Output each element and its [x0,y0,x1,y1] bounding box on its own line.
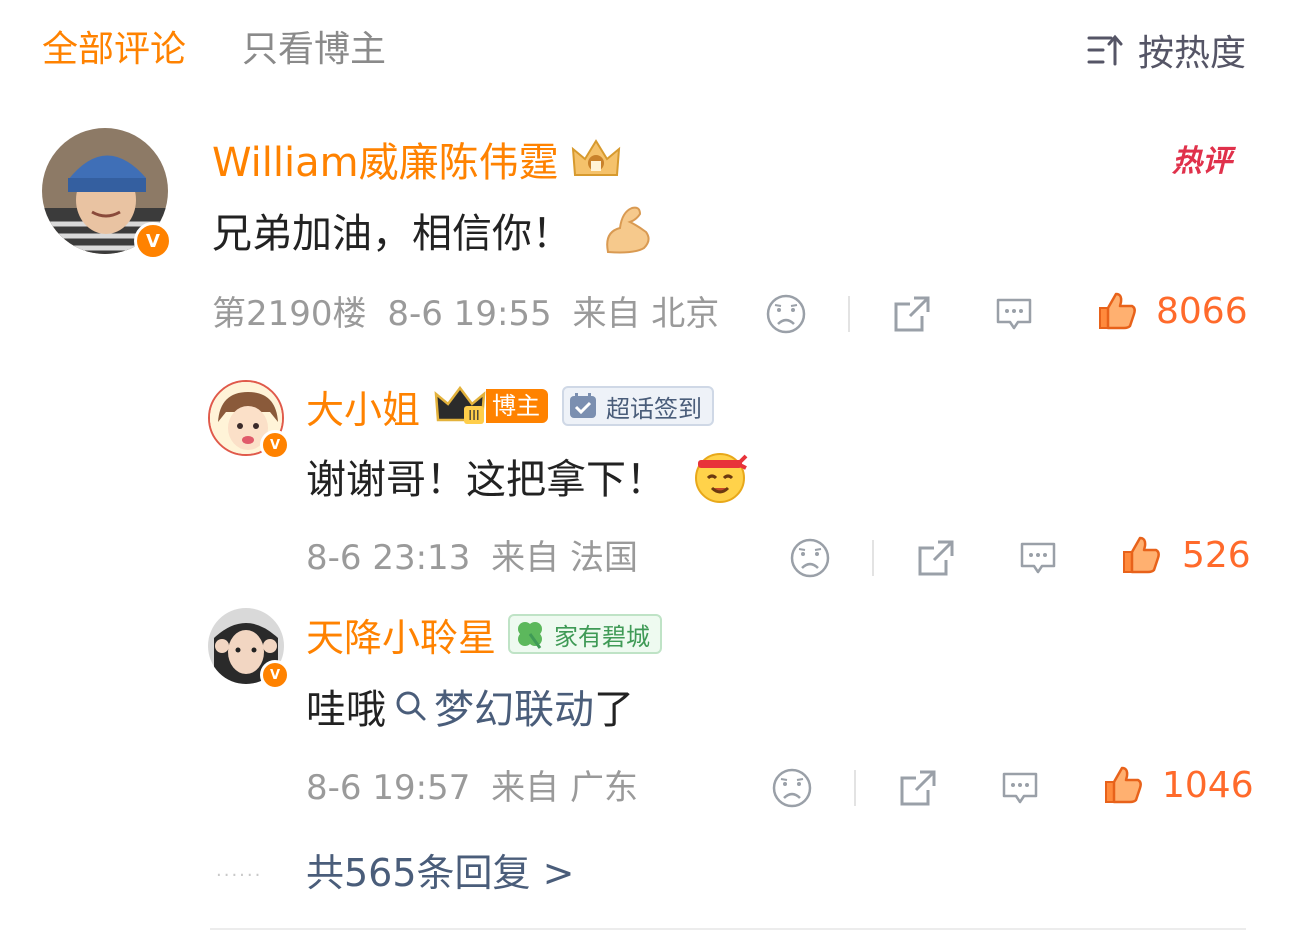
reply-meta: 8-6 19:57 来自 广东 [306,766,638,810]
topic-tag-label: 超话签到 [606,394,703,423]
tab-host-only[interactable]: 只看博主 [242,26,386,74]
reply-text: 谢谢哥！这把拿下！ [306,448,748,504]
search-icon [396,691,426,721]
like-button[interactable]: 1046 [1102,764,1254,806]
share-icon [900,770,936,806]
share-button[interactable] [898,768,938,808]
topic-search-link[interactable]: 梦幻联动 [394,677,594,735]
svg-text:III: III [468,409,480,424]
comment-datetime: 8-6 19:55 [387,294,552,334]
floor-number: 第2190楼 [212,294,367,334]
divider [872,540,874,576]
sad-face-icon [766,294,806,334]
sort-label: 按热度 [1137,33,1246,74]
share-button[interactable] [916,538,956,578]
link-text[interactable]: 梦幻联动 [434,677,594,735]
dots-divider: ...... [216,860,263,881]
divider [854,770,856,806]
comment-text-content: 兄弟加油，相信你！ [212,211,572,257]
topic-checkin-tag[interactable]: 超话签到 [562,386,715,426]
sad-face-icon [790,538,830,578]
fan-tag-label: 家有碧城 [554,622,651,651]
thumbs-up-icon [1099,292,1136,330]
comment-text: 兄弟加油，相信你！ [212,202,656,258]
sort-by-hot-button[interactable]: 按热度 [1086,26,1246,74]
share-button[interactable] [892,294,932,334]
reply-datetime: 8-6 19:57 [306,768,471,808]
like-count: 1046 [1162,764,1254,806]
verified-badge-icon: V [134,222,172,260]
reply-text-prefix: 哇哦 [306,687,386,733]
thumbs-up-icon [1123,536,1160,574]
dislike-button[interactable] [772,768,812,808]
comment-meta: 第2190楼 8-6 19:55 来自 北京 [212,292,719,336]
like-button[interactable]: 8066 [1096,290,1248,332]
thumbs-up-icon [1105,766,1142,804]
username-text[interactable]: William威廉陈伟霆 [212,130,559,188]
hot-comment-badge: 热评 [1172,144,1232,179]
crown-badge-icon [571,139,620,176]
crown-level-icon: III [434,386,486,424]
view-all-replies-link[interactable]: 共565条回复 > [306,848,574,898]
reply-text: 哇哦 梦幻联动 了 [306,678,634,734]
fan-club-tag[interactable]: 家有碧城 [508,614,663,654]
flexed-biceps-icon [606,206,650,254]
reply-source: 来自 广东 [491,768,638,808]
like-count: 526 [1182,534,1251,576]
reply-meta: 8-6 23:13 来自 法国 [306,536,638,580]
reply-button[interactable] [994,294,1034,334]
calendar-check-icon [570,393,597,418]
comment-source: 来自 北京 [572,294,720,334]
sad-face-icon [772,768,812,808]
share-icon [894,296,930,332]
tab-all-comments[interactable]: 全部评论 [42,26,186,74]
reply-text-suffix: 了 [594,687,634,733]
reply-username[interactable]: 大小姐 III 博主 超话签到 [306,382,715,432]
sort-icon [1087,34,1123,66]
like-count: 8066 [1156,290,1248,332]
determined-face-emoji-icon [695,453,748,503]
comment-username[interactable]: William威廉陈伟霆 [212,134,623,186]
reply-button[interactable] [1000,768,1040,808]
comment-bubble-icon [1002,772,1038,804]
like-button[interactable]: 526 [1120,534,1251,576]
reply-text-content: 谢谢哥！这把拿下！ [306,457,666,503]
dislike-button[interactable] [766,294,806,334]
reply-button[interactable] [1018,538,1058,578]
clover-icon [518,622,543,649]
host-tag: 博主 [486,389,549,423]
dislike-button[interactable] [790,538,830,578]
divider [210,928,1246,930]
divider [848,296,850,332]
username-text[interactable]: 大小姐 [306,379,420,434]
comment-bubble-icon [996,298,1032,330]
reply-source: 来自 法国 [491,538,638,578]
verified-badge-icon: V [260,660,290,690]
share-icon [918,540,954,576]
reply-datetime: 8-6 23:13 [306,538,471,578]
reply-username[interactable]: 天降小聆星 家有碧城 [306,610,663,660]
username-text[interactable]: 天降小聆星 [306,607,496,662]
comment-bubble-icon [1020,542,1056,574]
verified-badge-icon: V [260,430,290,460]
